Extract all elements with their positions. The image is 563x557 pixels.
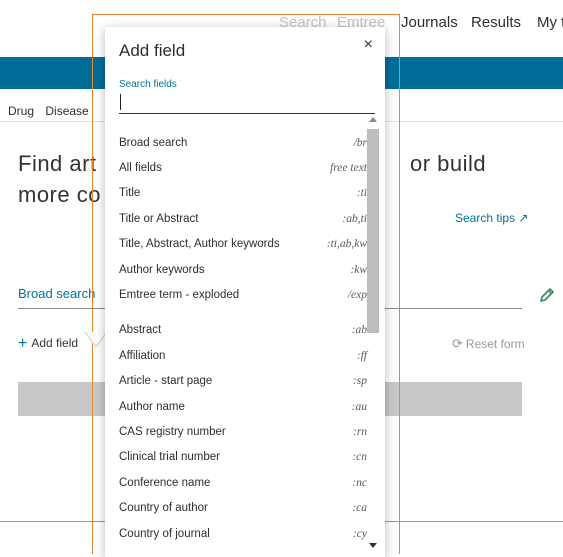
field-option-clinical-trial-number[interactable]: Clinical trial number:cn: [119, 445, 367, 470]
field-group-all: Abstract:ab Affiliation:ff Article - sta…: [119, 318, 367, 547]
text-cursor: [120, 94, 121, 110]
field-option-cas-registry-number[interactable]: CAS registry number:rn: [119, 419, 367, 444]
field-option-conference-name[interactable]: Conference name:nc: [119, 470, 367, 495]
scrollbar-thumb[interactable]: [367, 129, 379, 333]
page-heading-line1-right: or build: [410, 151, 487, 176]
pencil-icon[interactable]: [538, 286, 556, 304]
field-option-title[interactable]: Title:ti: [119, 181, 367, 206]
nav-my-tools[interactable]: My t: [537, 14, 563, 31]
reset-form-button[interactable]: ⟳ Reset form: [452, 336, 525, 352]
nav-results[interactable]: Results: [471, 14, 521, 31]
popover-pointer-inner: [86, 332, 106, 346]
field-option-broad-search[interactable]: Broad search/br: [119, 130, 367, 155]
field-option-author-name[interactable]: Author name:au: [119, 394, 367, 419]
plus-icon: +: [18, 335, 28, 352]
add-field-button[interactable]: + Add field: [18, 334, 78, 352]
search-fields-input[interactable]: [119, 91, 375, 114]
field-option-country-of-author[interactable]: Country of author:ca: [119, 495, 367, 520]
page-heading-line2: more co: [18, 182, 101, 207]
search-tips-link[interactable]: Search tips ↗: [455, 211, 528, 225]
tab-drug[interactable]: Drug: [8, 104, 34, 118]
search-fields-label: Search fields: [119, 79, 177, 90]
scroll-up-arrow-icon[interactable]: [369, 117, 377, 122]
popover-title: Add field: [119, 41, 186, 60]
field-option-author-keywords[interactable]: Author keywords:kw: [119, 257, 367, 282]
add-field-popover: Add field × Search fields Broad search/b…: [105, 27, 385, 557]
reset-icon: ⟳: [452, 336, 463, 351]
field-option-affiliation[interactable]: Affiliation:ff: [119, 343, 367, 368]
field-option-country-of-journal[interactable]: Country of journal:cy: [119, 521, 367, 546]
field-option-title-abstract-keywords[interactable]: Title, Abstract, Author keywords:ti,ab,k…: [119, 232, 367, 257]
nav-journals[interactable]: Journals: [401, 14, 458, 31]
list-scrollbar[interactable]: [367, 115, 379, 555]
field-option-all-fields[interactable]: All fields free text: [119, 155, 367, 180]
page-heading-line1: Find art: [18, 151, 97, 176]
field-group-common: Broad search/br All fields free text Titl…: [119, 130, 367, 308]
tab-disease[interactable]: Disease: [45, 104, 88, 118]
close-icon[interactable]: ×: [364, 36, 373, 54]
search-type-tabs: Drug Disease: [8, 104, 97, 118]
field-option-article-start-page[interactable]: Article - start page:sp: [119, 369, 367, 394]
field-option-title-or-abstract[interactable]: Title or Abstract:ab,ti: [119, 206, 367, 231]
reset-form-label: Reset form: [465, 337, 525, 351]
field-option-abstract[interactable]: Abstract:ab: [119, 318, 367, 343]
broad-search-label: Broad search: [18, 286, 96, 301]
field-option-emtree-exploded[interactable]: Emtree term - exploded/exp: [119, 282, 367, 307]
group-separator: [119, 308, 367, 318]
field-list: Broad search/br All fields free text Titl…: [119, 130, 367, 546]
add-field-label: Add field: [31, 336, 79, 350]
